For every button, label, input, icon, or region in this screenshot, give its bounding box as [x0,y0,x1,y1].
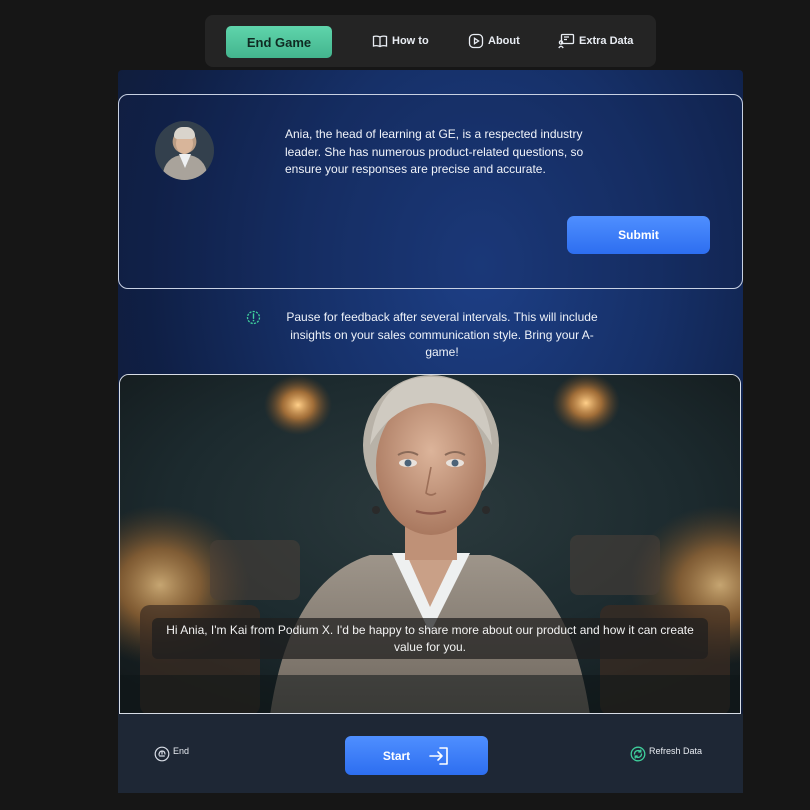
controls-bar: End Start Refresh Data [118,714,743,793]
top-nav: End Game How to About Extra Data [205,15,656,67]
persona-video-image [120,375,740,713]
persona-avatar [155,121,214,180]
video-feed: Hi Ania, I'm Kai from Podium X. I'd be h… [119,374,741,714]
end-game-button[interactable]: End Game [226,26,332,58]
end-label: End [173,746,190,756]
power-icon [154,746,170,762]
start-button[interactable]: Start [345,736,488,775]
alert-icon [246,310,261,325]
refresh-data-control[interactable]: Refresh Data [630,746,702,762]
book-icon [372,35,388,48]
video-caption: Hi Ania, I'm Kai from Podium X. I'd be h… [152,618,708,659]
start-label: Start [382,748,411,763]
about-link[interactable]: About [468,31,520,51]
persona-description: Ania, the head of learning at GE, is a r… [285,127,584,176]
persona-card: Ania, the head of learning at GE, is a r… [118,94,743,289]
login-arrow-icon [429,746,448,765]
end-control[interactable]: End [154,746,189,762]
feedback-notice: Pause for feedback after several interva… [286,310,598,359]
refresh-data-label: Refresh Data [649,746,703,756]
how-to-label: How to [392,35,429,47]
about-label: About [488,35,520,47]
presentation-icon [558,33,575,49]
extra-data-label: Extra Data [579,35,634,47]
play-square-icon [468,33,484,49]
how-to-link[interactable]: How to [372,31,429,51]
refresh-icon [630,746,646,762]
submit-button[interactable]: Submit [567,216,710,254]
extra-data-link[interactable]: Extra Data [558,31,633,51]
